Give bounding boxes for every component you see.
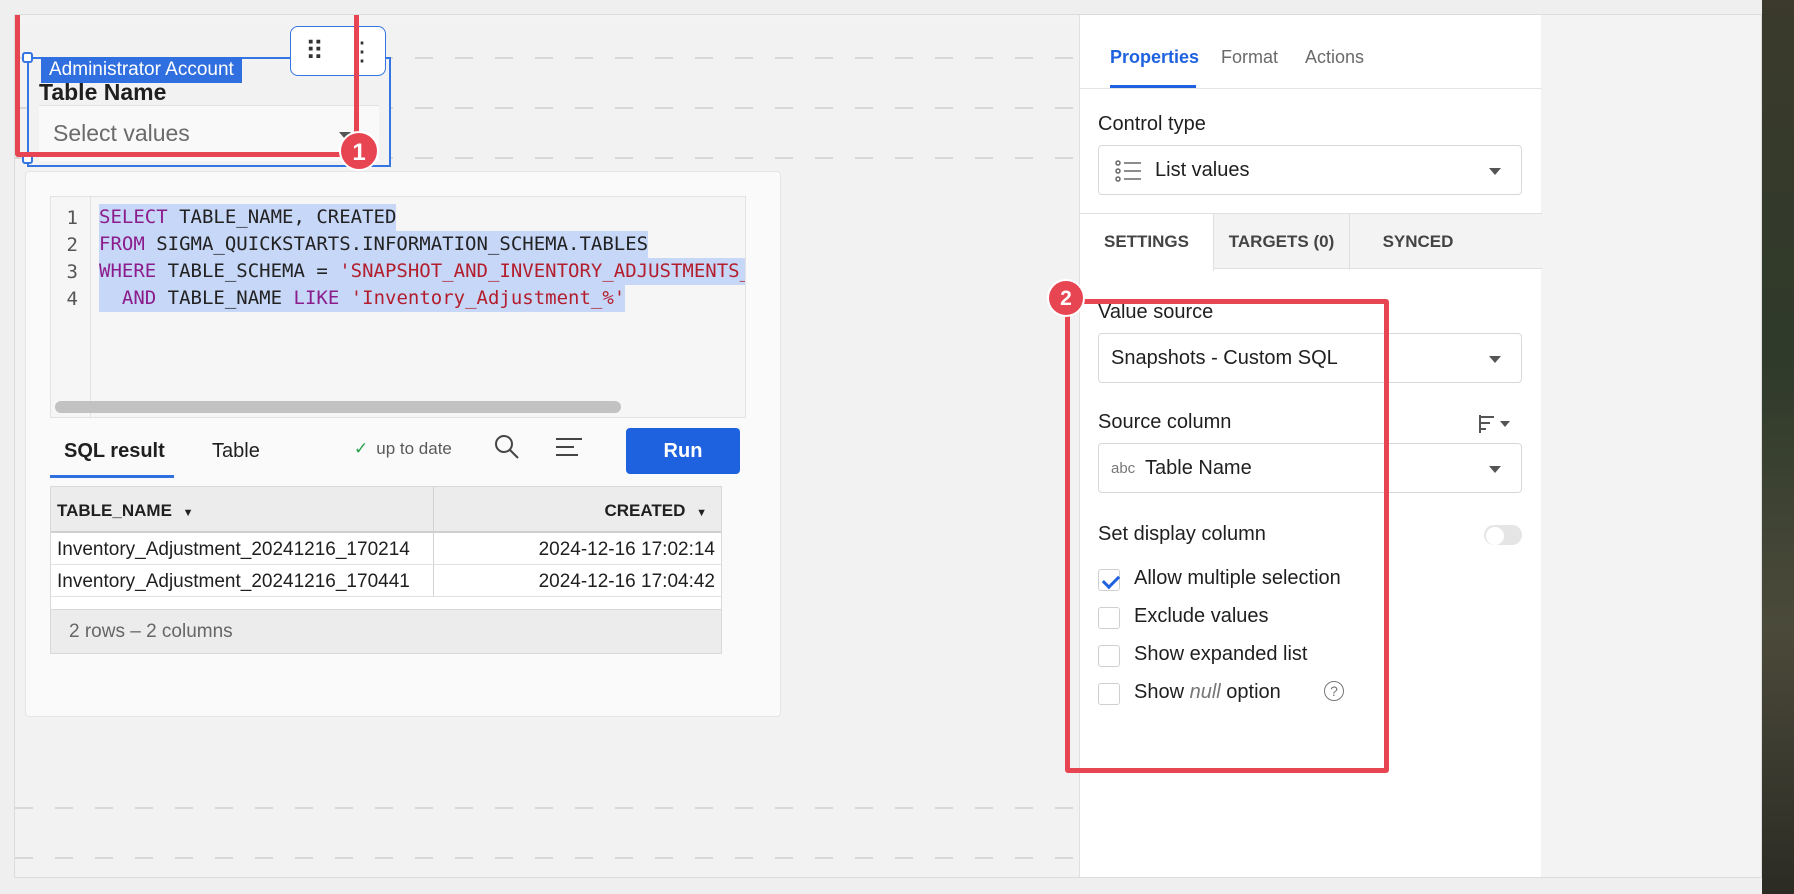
tab-properties[interactable]: Properties bbox=[1110, 47, 1199, 68]
result-table: TABLE_NAME ▼ CREATED ▼ Inventory_Adjustm… bbox=[50, 486, 722, 654]
sql-keyword: SELECT bbox=[99, 206, 168, 228]
highlight-box-1 bbox=[15, 15, 359, 157]
run-button[interactable]: Run bbox=[626, 428, 740, 474]
settings-tabs: SETTINGS TARGETS (0) SYNCED bbox=[1080, 213, 1542, 271]
sql-editor[interactable]: 1 2 3 4 SELECT TABLE_NAME, CREATED FROM … bbox=[50, 196, 746, 418]
grid-guide bbox=[15, 807, 1233, 809]
sql-keyword: AND bbox=[121, 287, 157, 309]
sql-keyword: WHERE bbox=[99, 260, 157, 282]
grid-guide bbox=[15, 857, 1233, 859]
line-gutter: 1 2 3 4 bbox=[51, 197, 91, 417]
app-frame: Administrator Account Table Name Select … bbox=[14, 14, 1762, 878]
sql-keyword: FROM bbox=[99, 233, 145, 255]
custom-sql-element[interactable]: 1 2 3 4 SELECT TABLE_NAME, CREATED FROM … bbox=[25, 171, 781, 717]
sql-string: 'SNAPSHOT_AND_INVENTORY_ADJUSTMENTS_ bbox=[339, 260, 746, 282]
table-cell: Inventory_Adjustment_20241216_170441 bbox=[57, 571, 410, 592]
tab-sql-result[interactable]: SQL result bbox=[64, 440, 165, 463]
tab-format[interactable]: Format bbox=[1221, 47, 1278, 68]
divider bbox=[1080, 88, 1542, 89]
table-cell: 2024-12-16 17:02:14 bbox=[538, 539, 715, 560]
result-toolbar: SQL result Table ✓ up to date Run bbox=[50, 420, 746, 480]
sql-text: TABLE_NAME, CREATED bbox=[167, 206, 397, 228]
sql-text: TABLE_SCHEMA = bbox=[156, 260, 340, 282]
code-line: SELECT TABLE_NAME, CREATED bbox=[99, 204, 397, 231]
sql-indent bbox=[99, 287, 122, 309]
line-number: 2 bbox=[66, 234, 78, 256]
tab-table[interactable]: Table bbox=[212, 440, 260, 463]
chevron-down-icon[interactable]: ▼ bbox=[183, 507, 194, 519]
editor-hscrollbar[interactable] bbox=[55, 401, 621, 413]
control-type-label: Control type bbox=[1098, 113, 1206, 135]
line-number: 1 bbox=[66, 207, 78, 229]
control-type-value: List values bbox=[1155, 159, 1250, 181]
sql-keyword: LIKE bbox=[293, 287, 340, 309]
line-number: 3 bbox=[66, 261, 78, 283]
step-badge-2: 2 bbox=[1047, 279, 1085, 317]
control-type-dropdown[interactable]: List values bbox=[1098, 145, 1522, 195]
status-indicator: ✓ up to date bbox=[354, 439, 452, 459]
table-row[interactable]: Inventory_Adjustment_20241216_170214 202… bbox=[51, 534, 721, 565]
tab-actions[interactable]: Actions bbox=[1305, 47, 1364, 68]
column-header-table-name[interactable]: TABLE_NAME ▼ bbox=[57, 501, 194, 521]
column-header-created[interactable]: CREATED ▼ bbox=[604, 501, 707, 521]
chevron-down-icon bbox=[1489, 466, 1501, 473]
sql-string: 'Inventory_Adjustment_%' bbox=[339, 287, 626, 309]
tab-settings[interactable]: SETTINGS bbox=[1080, 214, 1214, 271]
tab-synced[interactable]: SYNCED bbox=[1350, 214, 1486, 270]
step-badge-1: 1 bbox=[339, 131, 379, 171]
chevron-down-icon[interactable]: ▼ bbox=[696, 507, 707, 519]
background-image-strip bbox=[1762, 0, 1794, 894]
table-cell: 2024-12-16 17:04:42 bbox=[538, 571, 715, 592]
list-icon bbox=[1115, 159, 1141, 188]
table-footer: 2 rows – 2 columns bbox=[51, 609, 721, 653]
table-header: TABLE_NAME ▼ CREATED ▼ bbox=[51, 487, 721, 533]
code-line: FROM SIGMA_QUICKSTARTS.INFORMATION_SCHEM… bbox=[99, 231, 649, 258]
code-line: WHERE TABLE_SCHEMA = 'SNAPSHOT_AND_INVEN… bbox=[99, 258, 746, 285]
chevron-down-icon bbox=[1489, 168, 1501, 175]
line-number: 4 bbox=[66, 288, 78, 310]
table-cell: Inventory_Adjustment_20241216_170214 bbox=[57, 539, 410, 560]
table-row[interactable]: Inventory_Adjustment_20241216_170441 202… bbox=[51, 566, 721, 597]
highlight-box-2 bbox=[1065, 299, 1389, 773]
column-header-label: TABLE_NAME bbox=[57, 501, 172, 520]
search-icon[interactable] bbox=[494, 434, 520, 460]
check-icon: ✓ bbox=[354, 439, 369, 458]
sql-text: TABLE_NAME bbox=[156, 287, 294, 309]
display-column-toggle[interactable] bbox=[1484, 525, 1522, 545]
format-lines-icon[interactable] bbox=[556, 436, 582, 458]
column-header-label: CREATED bbox=[604, 501, 686, 520]
chevron-down-icon bbox=[1489, 356, 1501, 363]
tab-targets[interactable]: TARGETS (0) bbox=[1214, 214, 1350, 270]
row-count: 2 rows – 2 columns bbox=[69, 621, 233, 642]
sql-text: SIGMA_QUICKSTARTS.INFORMATION_SCHEMA.TAB… bbox=[144, 233, 649, 255]
status-text: up to date bbox=[376, 439, 452, 458]
code-line: AND TABLE_NAME LIKE 'Inventory_Adjustmen… bbox=[99, 285, 626, 312]
sort-options-icon[interactable] bbox=[1478, 415, 1512, 438]
active-tab-indicator bbox=[50, 475, 174, 478]
